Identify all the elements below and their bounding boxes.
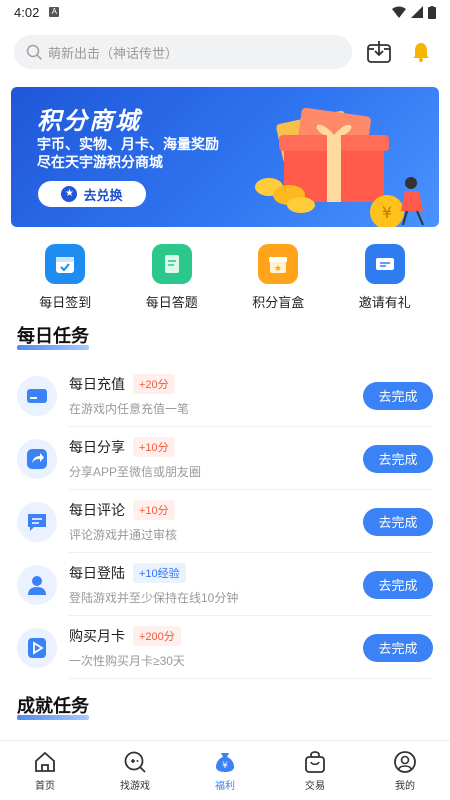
nav-trade[interactable]: 交易: [280, 750, 350, 792]
svg-text:★: ★: [274, 264, 282, 274]
star-icon: ★: [61, 186, 78, 202]
nav-label: 福利: [215, 780, 235, 792]
signal-icon: [411, 6, 423, 18]
task-go-button[interactable]: 去完成: [363, 507, 433, 536]
task-reward-badge: +10分: [133, 437, 175, 457]
download-tray-icon: [367, 41, 391, 63]
title-underline: [17, 715, 89, 720]
task-row: 每日充值 +20分 在游戏内任意充值一笔 去完成: [0, 364, 450, 427]
banner-subtitle: 宇币、实物、月卡、海量奖励 尽在天宇游积分商城: [37, 135, 219, 171]
quick-daily-quiz[interactable]: 每日答题: [127, 244, 217, 311]
user-login-icon: [17, 564, 57, 605]
task-go-button[interactable]: 去完成: [363, 633, 433, 662]
find-game-icon: [124, 751, 146, 773]
home-icon: [35, 751, 55, 772]
svg-text:¥: ¥: [382, 203, 392, 222]
play-card-icon: [17, 627, 57, 668]
redeem-button-label: 去兑换: [83, 187, 123, 203]
search-input[interactable]: 萌新出击（神话传世）: [14, 35, 352, 69]
banner-subtitle-line2: 尽在天宇游积分商城: [37, 154, 163, 170]
task-name: 每日充值: [69, 376, 125, 392]
wifi-icon: [392, 6, 406, 18]
bell-icon: [413, 43, 429, 62]
recharge-card-icon: [17, 375, 57, 416]
svg-text:¥: ¥: [222, 761, 228, 771]
nav-welfare[interactable]: ¥ 福利: [190, 750, 260, 792]
daily-tasks-title: 每日任务: [17, 322, 89, 350]
task-name: 每日登陆: [69, 565, 125, 581]
quick-blind-box[interactable]: ★ 积分盲盒: [233, 244, 323, 311]
nav-label: 找游戏: [120, 780, 150, 792]
daily-task-list: 每日充值 +20分 在游戏内任意充值一笔 去完成 每日分享 +10分 分享APP…: [0, 364, 450, 679]
notification-a-icon: A: [49, 7, 60, 17]
quick-daily-checkin[interactable]: 每日签到: [20, 244, 110, 311]
task-desc: 分享APP至微信或朋友圈: [69, 465, 202, 479]
task-reward-badge: +200分: [133, 626, 181, 646]
task-row: 每日评论 +10分 评论游戏并通过审核 去完成: [0, 490, 450, 553]
points-mall-banner[interactable]: 积分商城 宇币、实物、月卡、海量奖励 尽在天宇游积分商城 ★ 去兑换 ¥: [11, 87, 439, 227]
user-profile-icon: [394, 750, 416, 773]
achievement-title-text: 成就任务: [17, 696, 89, 716]
shopping-bag-icon: [305, 750, 325, 773]
task-desc: 评论游戏并通过审核: [69, 528, 178, 542]
task-go-button[interactable]: 去完成: [363, 444, 433, 473]
download-button[interactable]: [364, 37, 394, 67]
daily-title-text: 每日任务: [17, 326, 89, 346]
task-reward-badge: +10分: [133, 500, 175, 520]
nav-home[interactable]: 首页: [10, 750, 80, 792]
nav-label: 我的: [395, 780, 415, 792]
task-desc: 在游戏内任意充值一笔: [69, 402, 190, 416]
achievement-tasks-title: 成就任务: [17, 692, 89, 720]
status-time: 4:02: [14, 4, 40, 20]
notification-button[interactable]: [406, 37, 436, 67]
money-bag-icon: ¥: [216, 752, 234, 772]
quick-entries: 每日签到 每日答题 ★ 积分盲盒 邀请有礼: [0, 244, 450, 311]
quick-label: 每日答题: [145, 295, 198, 310]
battery-icon: [428, 5, 436, 19]
task-name: 购买月卡: [69, 628, 125, 644]
quick-invite[interactable]: 邀请有礼: [340, 244, 430, 311]
nav-label: 交易: [305, 780, 325, 792]
bottom-nav: 首页 找游戏 ¥ 福利 交易 我的: [0, 740, 450, 800]
banner-title: 积分商城: [37, 108, 141, 135]
share-icon: [17, 438, 57, 479]
task-reward-badge: +20分: [133, 374, 175, 394]
nav-label: 首页: [35, 780, 55, 792]
quick-label: 积分盲盒: [252, 295, 305, 310]
status-bar: 4:02 A: [0, 0, 450, 24]
nav-find-games[interactable]: 找游戏: [100, 750, 170, 792]
task-go-button[interactable]: 去完成: [363, 381, 433, 410]
quick-label: 每日签到: [39, 295, 92, 310]
comment-icon: [17, 501, 57, 542]
invite-ticket-icon: [364, 244, 405, 284]
task-row: 每日分享 +10分 分享APP至微信或朋友圈 去完成: [0, 427, 450, 490]
search-row: 萌新出击（神话传世）: [0, 24, 450, 80]
search-placeholder: 萌新出击（神话传世）: [48, 45, 179, 61]
quiz-card-icon: [151, 244, 192, 284]
gift-box-illustration: ¥: [255, 107, 424, 227]
banner-subtitle-line1: 宇币、实物、月卡、海量奖励: [37, 136, 219, 152]
redeem-button[interactable]: ★ 去兑换: [38, 181, 146, 207]
task-name: 每日分享: [69, 439, 125, 455]
blind-box-icon: ★: [258, 244, 299, 284]
task-name: 每日评论: [69, 502, 125, 518]
task-go-button[interactable]: 去完成: [363, 570, 433, 599]
task-row: 购买月卡 +200分 一次性购买月卡≥30天 去完成: [0, 616, 450, 679]
task-reward-badge: +10经验: [133, 563, 186, 583]
calendar-check-icon: [45, 244, 86, 284]
quick-label: 邀请有礼: [358, 295, 411, 310]
title-underline: [17, 345, 89, 350]
task-row: 每日登陆 +10经验 登陆游戏并至少保持在线10分钟 去完成: [0, 553, 450, 616]
search-icon: [26, 44, 42, 60]
task-desc: 一次性购买月卡≥30天: [69, 654, 185, 668]
task-desc: 登陆游戏并至少保持在线10分钟: [69, 591, 239, 605]
nav-mine[interactable]: 我的: [370, 750, 440, 792]
